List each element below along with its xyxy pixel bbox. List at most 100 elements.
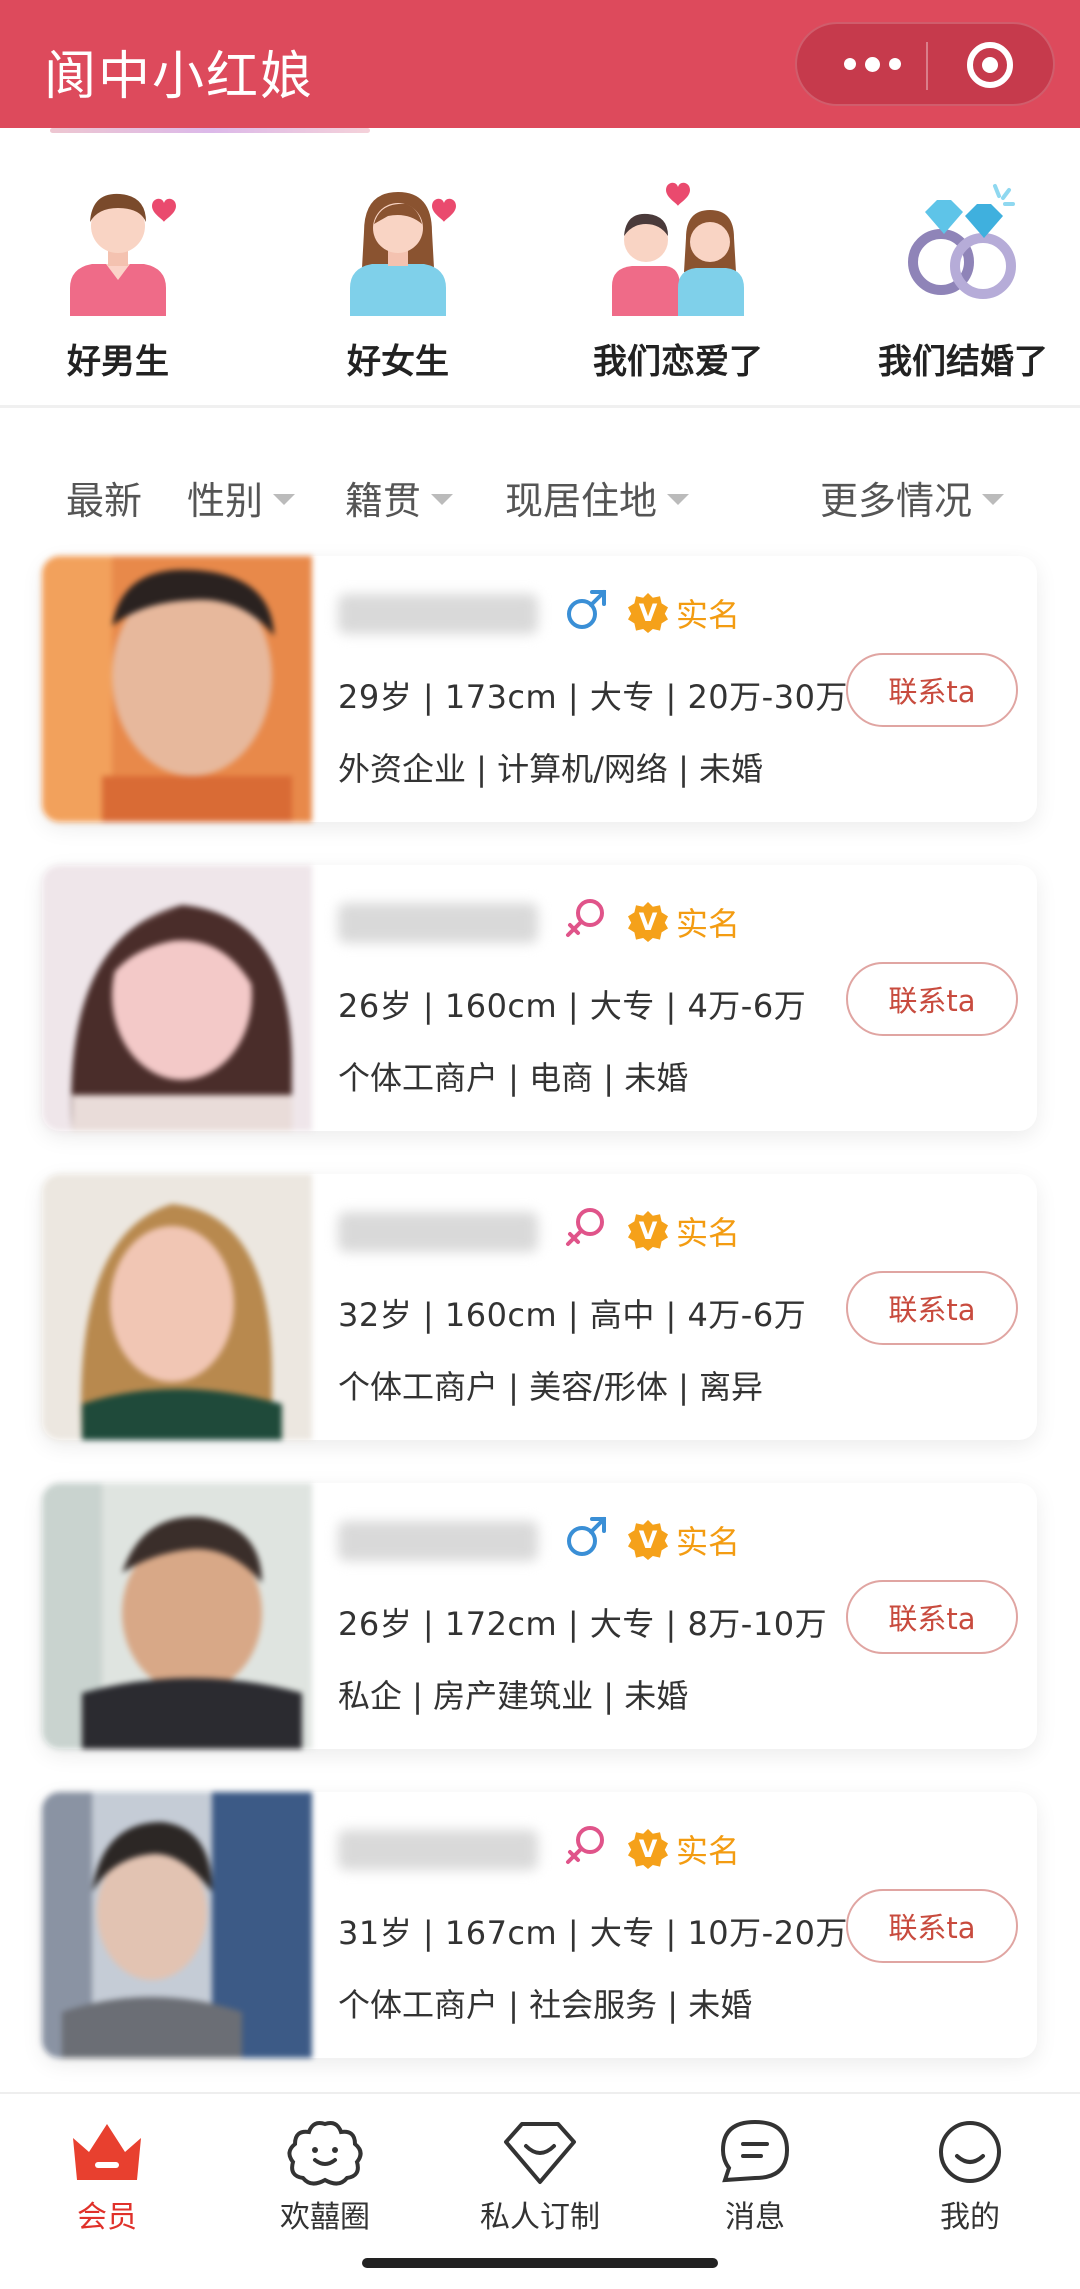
member-basic-info: 31岁 | 167cm | 大专 | 10万-20万 xyxy=(338,1914,848,1952)
filter-residence[interactable]: 现居住地 xyxy=(505,470,690,525)
filter-hometown[interactable]: 籍贯 xyxy=(345,470,454,525)
verified-badge: V 实名 xyxy=(628,899,740,945)
category-label: 好男生 xyxy=(67,342,169,382)
verified-badge: V 实名 xyxy=(628,1826,740,1872)
tab-member[interactable]: 会员 xyxy=(32,2116,182,2236)
member-photo xyxy=(42,1483,312,1749)
member-card[interactable]: V 实名 29岁 | 173cm | 大专 | 20万-30万 外资企业 | 计… xyxy=(42,556,1037,822)
member-name-blurred xyxy=(338,903,538,943)
caret-down-icon xyxy=(273,494,296,505)
member-card[interactable]: V 实名 26岁 | 160cm | 大专 | 4万-6万 个体工商户 | 电商… xyxy=(42,865,1037,1131)
chat-bubble-icon xyxy=(715,2116,795,2186)
girl-heart-icon xyxy=(328,176,468,316)
category-good-men[interactable]: 好男生 xyxy=(3,176,233,406)
category-in-love[interactable]: 我们恋爱了 xyxy=(563,176,793,406)
verified-text: 实名 xyxy=(676,596,741,634)
verified-text: 实名 xyxy=(676,1523,741,1561)
male-icon xyxy=(567,590,606,629)
filter-label: 现居住地 xyxy=(505,479,658,523)
capsule-divider xyxy=(926,42,928,90)
female-icon xyxy=(566,899,604,937)
filter-label: 籍贯 xyxy=(345,479,422,523)
smiley-icon xyxy=(930,2116,1010,2186)
member-job-info: 外资企业 | 计算机/网络 | 未婚 xyxy=(338,750,764,788)
verified-badge: V 实名 xyxy=(628,1517,740,1563)
category-married[interactable]: 我们结婚了 xyxy=(848,176,1078,406)
member-basic-info: 29岁 | 173cm | 大专 | 20万-30万 xyxy=(338,678,848,716)
verified-v-icon: V xyxy=(628,1211,668,1251)
category-label: 我们恋爱了 xyxy=(593,342,763,382)
member-photo xyxy=(42,1174,312,1440)
caret-down-icon xyxy=(667,494,690,505)
tab-label: 消息 xyxy=(725,2200,785,2235)
filter-latest[interactable]: 最新 xyxy=(66,470,142,525)
member-name-blurred xyxy=(338,1212,538,1252)
contact-button[interactable]: 联系ta xyxy=(846,653,1018,727)
tab-label: 私人订制 xyxy=(480,2200,600,2235)
member-basic-info: 32岁 | 160cm | 高中 | 4万-6万 xyxy=(338,1296,807,1334)
bottom-tab-bar: 会员 欢囍圈 私人订制 消息 我的 xyxy=(0,2092,1080,2242)
member-name-blurred xyxy=(338,1830,538,1870)
category-label: 好女生 xyxy=(347,342,449,382)
crown-icon xyxy=(67,2116,147,2186)
verified-badge: V 实名 xyxy=(628,1208,740,1254)
filter-label: 性别 xyxy=(187,479,264,523)
member-basic-info: 26岁 | 172cm | 大专 | 8万-10万 xyxy=(338,1605,828,1643)
verified-badge: V 实名 xyxy=(628,590,740,636)
verified-text: 实名 xyxy=(676,1214,741,1252)
verified-v-icon: V xyxy=(628,593,668,633)
member-job-info: 个体工商户 | 社会服务 | 未婚 xyxy=(338,1986,753,2024)
home-indicator xyxy=(362,2258,718,2268)
category-row: 好男生 好女生 我们恋爱了 我们结婚了 xyxy=(0,150,1080,408)
contact-button[interactable]: 联系ta xyxy=(846,1889,1018,1963)
member-job-info: 私企 | 房产建筑业 | 未婚 xyxy=(338,1677,689,1715)
heart-smile-icon xyxy=(500,2116,580,2186)
couple-heart-icon xyxy=(608,176,748,316)
member-job-info: 个体工商户 | 美容/形体 | 离异 xyxy=(338,1368,764,1406)
category-good-women[interactable]: 好女生 xyxy=(283,176,513,406)
member-card[interactable]: V 实名 32岁 | 160cm | 高中 | 4万-6万 个体工商户 | 美容… xyxy=(42,1174,1037,1440)
caret-down-icon xyxy=(431,494,454,505)
caret-down-icon xyxy=(982,494,1005,505)
member-name-blurred xyxy=(338,594,538,634)
header-bar: 阆中小红娘 xyxy=(0,0,1080,128)
male-icon xyxy=(567,1517,606,1556)
tab-mine[interactable]: 我的 xyxy=(895,2116,1045,2236)
member-photo xyxy=(42,556,312,822)
tab-custom[interactable]: 私人订制 xyxy=(465,2116,615,2236)
category-label: 我们结婚了 xyxy=(878,342,1048,382)
female-icon xyxy=(566,1826,604,1864)
member-card[interactable]: V 实名 26岁 | 172cm | 大专 | 8万-10万 私企 | 房产建筑… xyxy=(42,1483,1037,1749)
contact-button[interactable]: 联系ta xyxy=(846,962,1018,1036)
member-job-info: 个体工商户 | 电商 | 未婚 xyxy=(338,1059,689,1097)
member-photo xyxy=(42,1792,312,2058)
more-options-icon[interactable] xyxy=(827,24,917,104)
rings-icon xyxy=(893,176,1033,316)
verified-text: 实名 xyxy=(676,905,741,943)
close-mini-program-icon[interactable] xyxy=(967,42,1013,88)
member-name-blurred xyxy=(338,1521,538,1561)
tab-messages[interactable]: 消息 xyxy=(680,2116,830,2236)
filter-bar: 最新 性别 籍贯 现居住地 更多情况 xyxy=(0,470,1080,530)
filter-label: 更多情况 xyxy=(820,479,973,523)
member-card[interactable]: V 实名 31岁 | 167cm | 大专 | 10万-20万 个体工商户 | … xyxy=(42,1792,1037,2058)
filter-more[interactable]: 更多情况 xyxy=(820,470,1005,525)
tab-circle[interactable]: 欢囍圈 xyxy=(250,2116,400,2236)
tab-label: 会员 xyxy=(77,2200,137,2235)
verified-v-icon: V xyxy=(628,1520,668,1560)
boy-heart-icon xyxy=(48,176,188,316)
mini-program-capsule xyxy=(795,22,1055,106)
tab-label: 欢囍圈 xyxy=(280,2200,370,2235)
banner-remnant xyxy=(0,128,1080,136)
flower-face-icon xyxy=(285,2116,365,2186)
filter-label: 最新 xyxy=(66,479,143,523)
tab-label: 我的 xyxy=(940,2200,1000,2235)
member-basic-info: 26岁 | 160cm | 大专 | 4万-6万 xyxy=(338,987,807,1025)
contact-button[interactable]: 联系ta xyxy=(846,1580,1018,1654)
verified-v-icon: V xyxy=(628,902,668,942)
verified-text: 实名 xyxy=(676,1832,741,1870)
filter-gender[interactable]: 性别 xyxy=(187,470,296,525)
contact-button[interactable]: 联系ta xyxy=(846,1271,1018,1345)
member-photo xyxy=(42,865,312,1131)
app-title: 阆中小红娘 xyxy=(44,47,315,107)
